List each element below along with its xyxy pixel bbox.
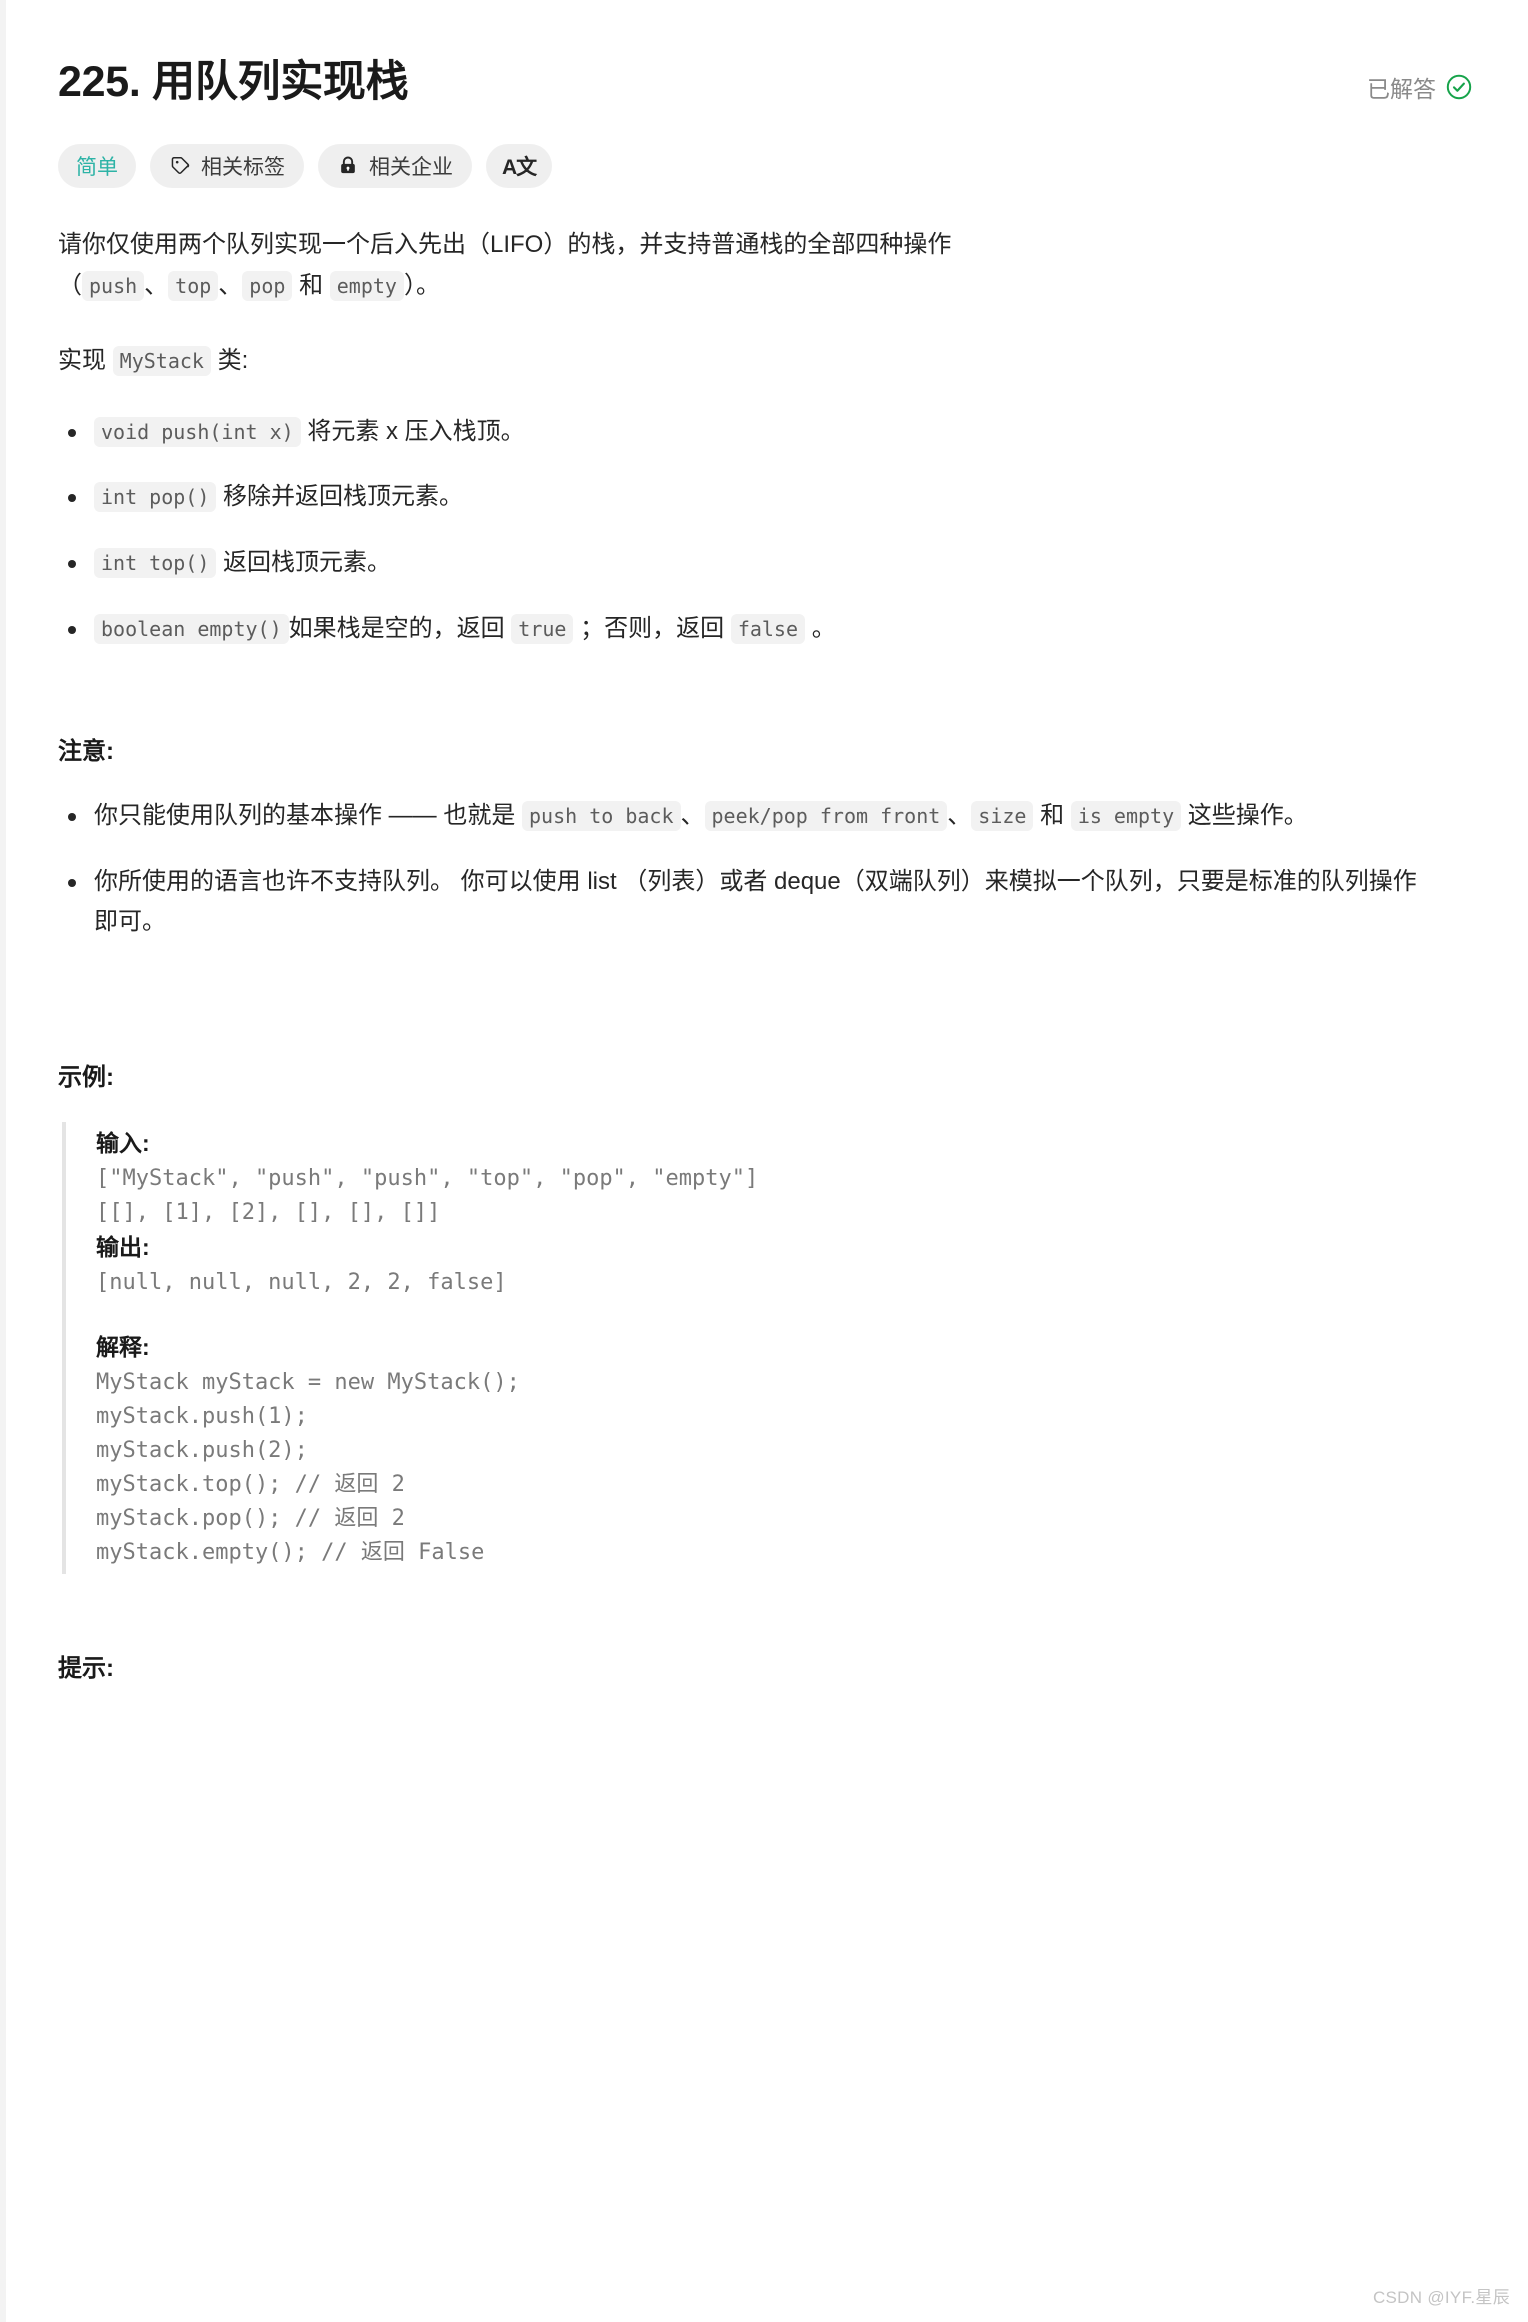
status-badge: 已解答 xyxy=(1367,73,1473,106)
code-is-empty: is empty xyxy=(1070,800,1182,831)
implement-line: 实现 MyStack 类: xyxy=(58,340,1388,381)
code-void-push: void push(int x) xyxy=(94,416,301,447)
translate-icon: A文 xyxy=(502,155,537,179)
implement-suffix: 类: xyxy=(210,347,249,375)
note-text-1: 你只能使用队列的基本操作 —— 也就是 xyxy=(94,801,523,829)
badge-row: 简单 相关标签 相关企业 A文 xyxy=(58,143,1473,188)
intro-paren-close: ）。 xyxy=(403,272,440,300)
intro-paren-open: （ xyxy=(58,272,82,300)
code-push: push xyxy=(82,271,145,302)
check-circle-icon xyxy=(1445,73,1473,106)
method-desc: 返回栈顶元素。 xyxy=(223,549,392,577)
sep-1: 、 xyxy=(144,272,169,300)
hints-title: 提示: xyxy=(58,1655,114,1683)
sep-3: 和 xyxy=(292,272,330,300)
method-desc-mid: ；否则，返回 xyxy=(573,615,731,643)
description-intro: 请你仅使用两个队列实现一个后入先出（LIFO）的栈，并支持普通栈的全部四种操作 … xyxy=(58,224,1388,307)
problem-header: 225. 用队列实现栈 已解答 xyxy=(58,30,1473,110)
note-title: 注意: xyxy=(58,737,114,765)
related-tags-label: 相关标签 xyxy=(201,155,285,179)
note-sep-3: 和 xyxy=(1033,801,1071,829)
sep-2: 、 xyxy=(218,272,243,300)
list-item: void push(int x) 将元素 x 压入栈顶。 xyxy=(58,412,1434,452)
problem-page: 225. 用队列实现栈 已解答 简单 相关标签 相关企业 A文 请你仅使用两个队… xyxy=(0,0,1528,2322)
method-desc-after: 。 xyxy=(805,615,836,643)
language-toggle-button[interactable]: A文 xyxy=(486,143,553,188)
code-pop: pop xyxy=(242,271,293,302)
code-peek-pop-front: peek/pop from front xyxy=(704,800,948,831)
example-title: 示例: xyxy=(58,1064,114,1092)
explain-label: 解释: xyxy=(96,1333,150,1360)
problem-description: 请你仅使用两个队列实现一个后入先出（LIFO）的栈，并支持普通栈的全部四种操作 … xyxy=(58,224,1473,1683)
explain-code-block: MyStack myStack = new MyStack(); myStack… xyxy=(96,1369,520,1566)
status-label: 已解答 xyxy=(1367,76,1436,102)
note-item-2-text: 你所使用的语言也许不支持队列。 你可以使用 list （列表）或者 deque（… xyxy=(94,867,1417,935)
watermark: CSDN @IYF.星辰 xyxy=(1372,2288,1510,2307)
difficulty-badge[interactable]: 简单 xyxy=(58,143,136,188)
note-sep-2: 、 xyxy=(947,801,972,829)
code-push-to-back: push to back xyxy=(522,800,681,831)
related-tags-button[interactable]: 相关标签 xyxy=(150,143,304,188)
note-sep-1: 、 xyxy=(680,801,705,829)
code-empty: empty xyxy=(329,271,404,302)
difficulty-label: 简单 xyxy=(76,155,118,179)
list-item: int pop() 移除并返回栈顶元素。 xyxy=(58,477,1434,517)
code-size: size xyxy=(971,800,1034,831)
code-int-pop: int pop() xyxy=(94,482,217,513)
code-boolean-empty: boolean empty() xyxy=(94,614,289,645)
tag-icon xyxy=(169,155,191,177)
note-list: 你只能使用队列的基本操作 —— 也就是 push to back、 peek/po… xyxy=(58,796,1473,941)
code-false: false xyxy=(730,614,806,645)
input-code-line-2: [[], [1], [2], [], [], []] xyxy=(96,1200,441,1226)
code-mystack: MyStack xyxy=(112,346,211,377)
page-title: 225. 用队列实现栈 xyxy=(58,58,409,106)
example-blockquote: 输入: ["MyStack", "push", "push", "top", "… xyxy=(62,1122,1473,1575)
code-top: top xyxy=(168,271,219,302)
list-item: 你只能使用队列的基本操作 —— 也就是 push to back、 peek/po… xyxy=(58,796,1434,836)
intro-text-1: 请你仅使用两个队列实现一个后入先出（LIFO）的栈，并支持普通栈的全部四种操作 xyxy=(58,230,952,258)
list-item: boolean empty() 如果栈是空的，返回 true ；否则，返回 fal… xyxy=(58,609,1434,649)
list-item: 你所使用的语言也许不支持队列。 你可以使用 list （列表）或者 deque（… xyxy=(58,862,1434,942)
code-true: true xyxy=(511,614,574,645)
input-label: 输入: xyxy=(96,1130,150,1157)
input-code-line-1: ["MyStack", "push", "push", "top", "pop"… xyxy=(96,1165,759,1191)
output-label: 输出: xyxy=(96,1234,150,1261)
method-list: void push(int x) 将元素 x 压入栈顶。 int pop() 移… xyxy=(58,412,1473,649)
method-desc: 将元素 x 压入栈顶。 xyxy=(307,417,525,445)
method-desc: 移除并返回栈顶元素。 xyxy=(223,483,464,511)
implement-prefix: 实现 xyxy=(58,347,113,375)
list-item: int top() 返回栈顶元素。 xyxy=(58,543,1434,583)
code-int-top: int top() xyxy=(94,548,217,579)
note-text-2: 这些操作。 xyxy=(1181,801,1308,829)
output-code-line: [null, null, null, 2, 2, false] xyxy=(96,1269,507,1295)
lock-icon xyxy=(337,155,359,177)
method-desc-before: 如果栈是空的，返回 xyxy=(288,615,512,643)
related-companies-label: 相关企业 xyxy=(369,155,453,179)
related-companies-button[interactable]: 相关企业 xyxy=(318,143,472,188)
